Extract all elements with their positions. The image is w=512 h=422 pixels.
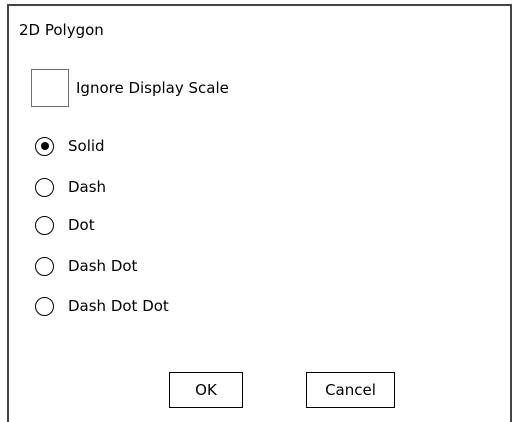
radio-button-icon[interactable] <box>35 215 54 235</box>
ok-button[interactable]: OK <box>169 372 243 408</box>
radio-button-icon[interactable] <box>35 136 54 156</box>
radio-label: Dash Dot Dot <box>68 297 169 315</box>
radio-label: Solid <box>68 137 105 155</box>
ignore-display-scale-checkbox[interactable]: Ignore Display Scale <box>31 66 229 110</box>
radio-option-dash-dot[interactable]: Dash Dot <box>35 254 137 278</box>
radio-button-icon[interactable] <box>35 177 54 197</box>
polygon-dialog: 2D Polygon Ignore Display Scale Solid Da… <box>7 4 512 422</box>
radio-button-icon[interactable] <box>35 256 54 276</box>
checkbox-label: Ignore Display Scale <box>76 79 229 97</box>
radio-label: Dash Dot <box>68 257 138 275</box>
radio-option-dash[interactable]: Dash <box>35 175 106 199</box>
radio-label: Dot <box>68 216 95 234</box>
checkbox-box[interactable] <box>31 69 69 107</box>
radio-option-dash-dot-dot[interactable]: Dash Dot Dot <box>35 294 169 318</box>
radio-button-icon[interactable] <box>35 296 54 316</box>
cancel-button[interactable]: Cancel <box>306 372 395 408</box>
radio-option-dot[interactable]: Dot <box>35 213 95 237</box>
dialog-title: 2D Polygon <box>19 21 104 39</box>
radio-selected-dot-icon <box>40 142 49 150</box>
radio-label: Dash <box>68 178 107 196</box>
radio-option-solid[interactable]: Solid <box>35 134 105 158</box>
